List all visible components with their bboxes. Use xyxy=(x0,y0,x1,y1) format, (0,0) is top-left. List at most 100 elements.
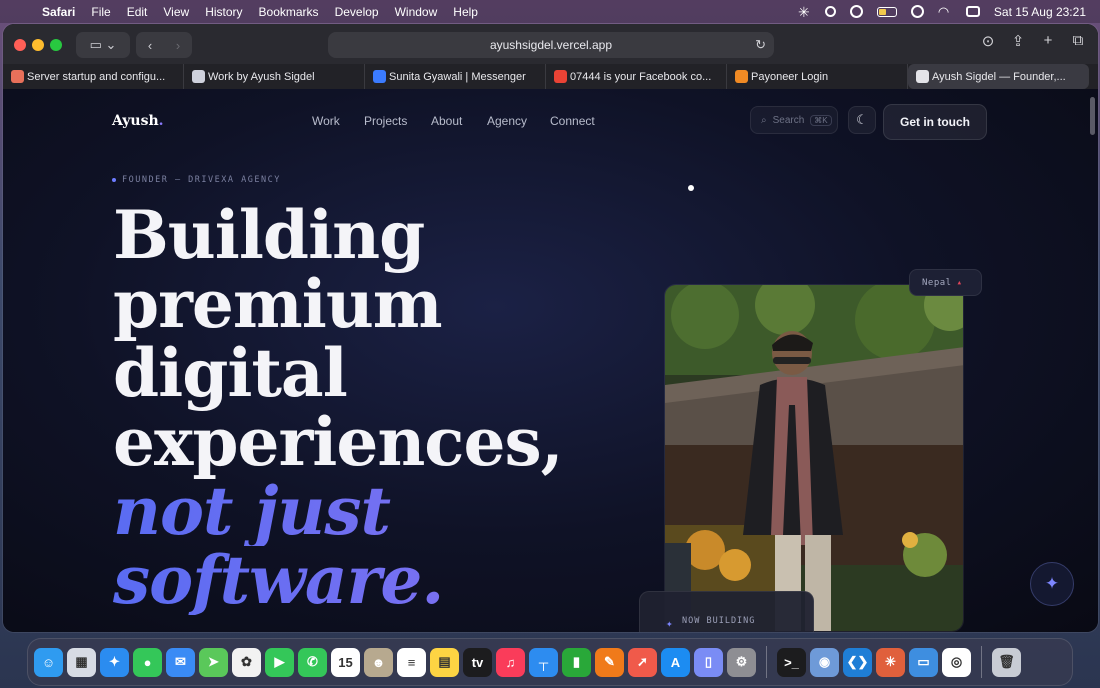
new-tab-icon[interactable]: + xyxy=(1040,32,1056,50)
share-icon[interactable]: ⇪ xyxy=(1010,32,1026,50)
dock-app-notes[interactable]: ▤ xyxy=(430,647,459,677)
browser-tab[interactable]: Sunita Gyawali | Messenger xyxy=(365,64,546,89)
tab-title: Payoneer Login xyxy=(751,70,829,83)
tab-overview-icon[interactable]: ⧉ xyxy=(1070,32,1086,50)
menu-edit[interactable]: Edit xyxy=(127,5,148,19)
dock-app-safari[interactable]: ✦ xyxy=(100,647,129,677)
ai-assistant-button[interactable]: ✦ xyxy=(1030,562,1074,606)
dock-app-trash[interactable]: 🗑 xyxy=(992,647,1021,677)
zoom-window-button[interactable] xyxy=(50,39,62,51)
sparkle-icon: ✦ xyxy=(1044,574,1060,593)
dock-app-system-settings[interactable]: ⚙ xyxy=(727,647,756,677)
browser-tab[interactable]: Payoneer Login xyxy=(727,64,908,89)
hero-line: experiences, xyxy=(113,403,564,481)
address-bar-url: ayushsigdel.vercel.app xyxy=(489,38,613,52)
dock-app-reminders[interactable]: ≡ xyxy=(397,647,426,677)
menu-history[interactable]: History xyxy=(205,5,242,19)
tab-title: Ayush Sigdel — Founder,... xyxy=(932,70,1066,83)
dock-app-finder[interactable]: ☺ xyxy=(34,647,63,677)
dock-app-maps[interactable]: ➤ xyxy=(199,647,228,677)
toolbar-right-actions: ⊙ ⇪ + ⧉ xyxy=(980,32,1086,50)
dock-app-photos[interactable]: ✿ xyxy=(232,647,261,677)
dock-app-calendar[interactable]: 15 xyxy=(331,647,360,677)
tab-favicon-icon xyxy=(554,70,567,83)
dock-app-mail[interactable]: ✉ xyxy=(166,647,195,677)
moon-icon: ☾ xyxy=(856,112,868,127)
claude-status-icon[interactable]: ✳ xyxy=(797,5,811,19)
tab-favicon-icon xyxy=(11,70,24,83)
sidebar-toggle-button[interactable]: ▭ ⌄ xyxy=(76,32,130,58)
control-center-icon[interactable] xyxy=(965,6,980,17)
menu-view[interactable]: View xyxy=(163,5,189,19)
browser-tab[interactable]: 07444 is your Facebook co... xyxy=(546,64,727,89)
browser-tab[interactable]: Work by Ayush Sigdel xyxy=(184,64,365,89)
tab-favicon-icon xyxy=(735,70,748,83)
tab-title: Sunita Gyawali | Messenger xyxy=(389,70,526,83)
now-playing-icon[interactable] xyxy=(910,5,924,18)
nav-projects[interactable]: Projects xyxy=(364,114,407,128)
dock-app-pages[interactable]: ✎ xyxy=(595,647,624,677)
dock-app-rocket[interactable]: ➚ xyxy=(628,647,657,677)
dock-app-preview[interactable]: ▯ xyxy=(694,647,723,677)
menu-develop[interactable]: Develop xyxy=(335,5,379,19)
brightness-icon[interactable] xyxy=(824,6,836,17)
menu-bookmarks[interactable]: Bookmarks xyxy=(259,5,319,19)
address-bar[interactable]: ayushsigdel.vercel.app ↻ xyxy=(328,32,774,58)
hero-accent-line: not just xyxy=(113,477,633,546)
site-search-placeholder: Search xyxy=(772,114,805,126)
reload-icon[interactable]: ↻ xyxy=(755,37,766,53)
dock-app-tv[interactable]: tv xyxy=(463,647,492,677)
dock-app-terminal[interactable]: >_ xyxy=(777,647,806,677)
sidebar-icon: ▭ xyxy=(89,37,102,52)
decorative-star xyxy=(688,185,694,191)
user-account-icon[interactable] xyxy=(849,5,863,18)
dock-app-keynote[interactable]: ┬ xyxy=(529,647,558,677)
wifi-icon[interactable]: ◠ xyxy=(938,4,952,19)
dock-app-music[interactable]: ♫ xyxy=(496,647,525,677)
minimize-window-button[interactable] xyxy=(32,39,44,51)
eyebrow-dot xyxy=(112,178,116,182)
dock-app-contacts[interactable]: ☻ xyxy=(364,647,393,677)
safari-window: ▭ ⌄ ‹ › ayushsigdel.vercel.app ↻ ⊙ ⇪ + ⧉… xyxy=(3,24,1098,632)
battery-icon[interactable] xyxy=(876,6,897,17)
menu-app-name[interactable]: Safari xyxy=(42,5,75,19)
menu-file[interactable]: File xyxy=(91,5,110,19)
dock-app-claude[interactable]: ✳ xyxy=(876,647,905,677)
web-page: Ayush. Work Projects About Agency Connec… xyxy=(3,89,1098,632)
tab-bar: Server startup and configu... Work by Ayu… xyxy=(3,64,1098,89)
dock-app-disk-utility[interactable]: ◉ xyxy=(810,647,839,677)
search-shortcut: ⌘K xyxy=(810,114,832,126)
menu-help[interactable]: Help xyxy=(453,5,478,19)
dock-app-files[interactable]: ▭ xyxy=(909,647,938,677)
nav-agency[interactable]: Agency xyxy=(487,114,527,128)
menu-window[interactable]: Window xyxy=(395,5,438,19)
dock-app-chrome[interactable]: ◎ xyxy=(942,647,971,677)
site-search-button[interactable]: ⌕ Search ⌘K xyxy=(750,106,838,134)
dock-app-launchpad[interactable]: ▦ xyxy=(67,647,96,677)
dock-separator xyxy=(766,646,767,678)
dock: ☺ ▦ ✦ ● ✉ ➤ ✿ ▶ ✆ 15 ☻ ≡ ▤ tv ♫ ┬ ▮ ✎ ➚ A ▯ ⚙ >_ ◉ ❮❯ ✳ ▭ ◎ 🗑 xyxy=(27,638,1073,686)
get-in-touch-button[interactable]: Get in touch xyxy=(883,104,987,140)
browser-tab[interactable]: Ayush Sigdel — Founder,... xyxy=(908,64,1089,89)
nav-work[interactable]: Work xyxy=(312,114,340,128)
dock-app-phone[interactable]: ✆ xyxy=(298,647,327,677)
dock-app-vs-code[interactable]: ❮❯ xyxy=(843,647,872,677)
now-building-card: ✦ NOW BUILDING xyxy=(639,591,814,632)
tab-title: Work by Ayush Sigdel xyxy=(208,70,315,83)
site-logo[interactable]: Ayush. xyxy=(112,113,164,129)
dock-app-messages[interactable]: ● xyxy=(133,647,162,677)
browser-tab[interactable]: Server startup and configu... xyxy=(3,64,184,89)
nav-connect[interactable]: Connect xyxy=(550,114,595,128)
downloads-icon[interactable]: ⊙ xyxy=(980,32,996,50)
dock-app-numbers[interactable]: ▮ xyxy=(562,647,591,677)
back-button[interactable]: ‹ xyxy=(136,38,164,53)
dock-app-app-store[interactable]: A xyxy=(661,647,690,677)
nav-about[interactable]: About xyxy=(431,114,462,128)
tab-favicon-icon xyxy=(916,70,929,83)
menu-clock[interactable]: Sat 15 Aug 23:21 xyxy=(994,5,1086,19)
dock-separator xyxy=(981,646,982,678)
dock-app-facetime[interactable]: ▶ xyxy=(265,647,294,677)
forward-button[interactable]: › xyxy=(164,38,192,53)
close-window-button[interactable] xyxy=(14,39,26,51)
theme-toggle-button[interactable]: ☾ xyxy=(848,106,876,134)
